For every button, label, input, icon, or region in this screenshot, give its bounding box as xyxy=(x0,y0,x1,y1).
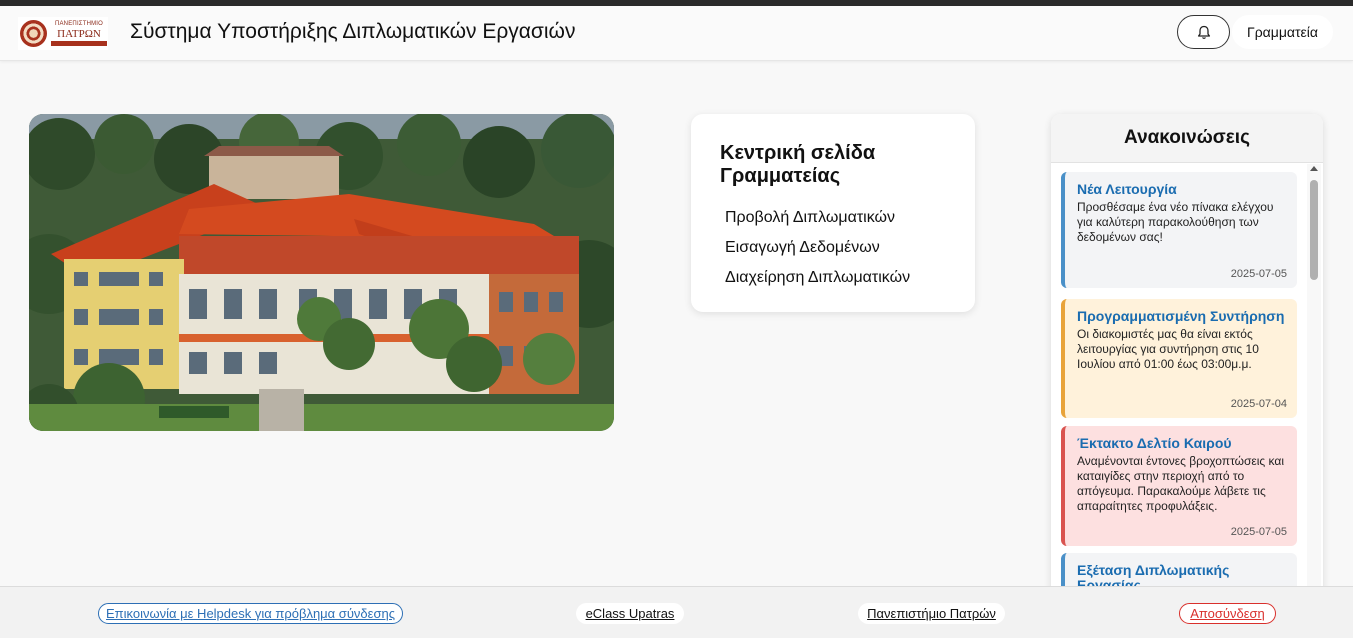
app-title: Σύστημα Υποστήριξης Διπλωματικών Εργασιώ… xyxy=(130,20,576,43)
announcement-item[interactable]: Προγραμματισμένη Συντήρηση Οι διακομιστέ… xyxy=(1061,299,1297,418)
logo-band xyxy=(51,41,107,46)
announcement-item[interactable]: Έκτακτο Δελτίο Καιρού Αναμένονται έντονε… xyxy=(1061,426,1297,546)
announcement-date: 2025-07-05 xyxy=(1230,268,1287,280)
secretariat-home-card: Κεντρική σελίδα Γραμματείας Προβολή Διπλ… xyxy=(691,114,975,312)
university-seal-icon xyxy=(20,20,47,47)
user-role-button[interactable]: Γραμματεία xyxy=(1232,15,1333,49)
scroll-up-arrow-icon[interactable] xyxy=(1310,166,1318,171)
notifications-button[interactable] xyxy=(1177,15,1230,49)
announcements-scrollbar[interactable] xyxy=(1307,164,1321,594)
announcement-title: Έκτακτο Δελτίο Καιρού xyxy=(1077,435,1232,451)
campus-image xyxy=(29,114,614,431)
university-logo[interactable]: ΠΑΝΕΠΙΣΤΗΜΙΟ ΠΑΤΡΩΝ xyxy=(18,17,108,50)
announcement-date: 2025-07-05 xyxy=(1230,526,1287,538)
data-import-link[interactable]: Εισαγωγή Δεδομένων xyxy=(725,239,880,257)
view-theses-link[interactable]: Προβολή Διπλωματικών xyxy=(725,209,895,227)
university-link[interactable]: Πανεπιστήμιο Πατρών xyxy=(858,603,1005,624)
announcement-body: Προσθέσαμε ένα νέο πίνακα ελέγχου για κα… xyxy=(1077,200,1274,244)
logout-link[interactable]: Αποσύνδεση xyxy=(1179,603,1276,624)
announcement-date: 2025-07-04 xyxy=(1230,398,1287,410)
announcements-panel: Ανακοινώσεις Νέα Λειτουργία Προσθέσαμε έ… xyxy=(1051,114,1323,594)
logo-line-1: ΠΑΝΕΠΙΣΤΗΜΙΟ xyxy=(54,21,104,27)
eclass-link[interactable]: eClass Upatras xyxy=(576,603,684,624)
app-header: ΠΑΝΕΠΙΣΤΗΜΙΟ ΠΑΤΡΩΝ Σύστημα Υποστήριξης … xyxy=(0,6,1353,61)
announcement-body: Οι διακομιστές μας θα είναι εκτός λειτου… xyxy=(1077,327,1259,371)
scrollbar-thumb[interactable] xyxy=(1310,180,1318,280)
manage-theses-link[interactable]: Διαχείρηση Διπλωματικών xyxy=(725,269,910,287)
card-title: Κεντρική σελίδα Γραμματείας xyxy=(720,142,876,187)
logo-line-2: ΠΑΤΡΩΝ xyxy=(57,28,101,40)
announcement-item[interactable]: Νέα Λειτουργία Προσθέσαμε ένα νέο πίνακα… xyxy=(1061,172,1297,288)
bell-icon xyxy=(1197,25,1210,39)
footer: Επικοινωνία με Helpdesk για πρόβλημα σύν… xyxy=(0,586,1353,638)
announcement-body: Αναμένονται έντονες βροχοπτώσεις και κατ… xyxy=(1077,454,1285,513)
announcements-title: Ανακοινώσεις xyxy=(1051,114,1323,163)
helpdesk-link[interactable]: Επικοινωνία με Helpdesk για πρόβλημα σύν… xyxy=(98,603,403,624)
announcement-title: Νέα Λειτουργία xyxy=(1077,181,1177,197)
announcement-title: Προγραμματισμένη Συντήρηση xyxy=(1077,308,1285,324)
